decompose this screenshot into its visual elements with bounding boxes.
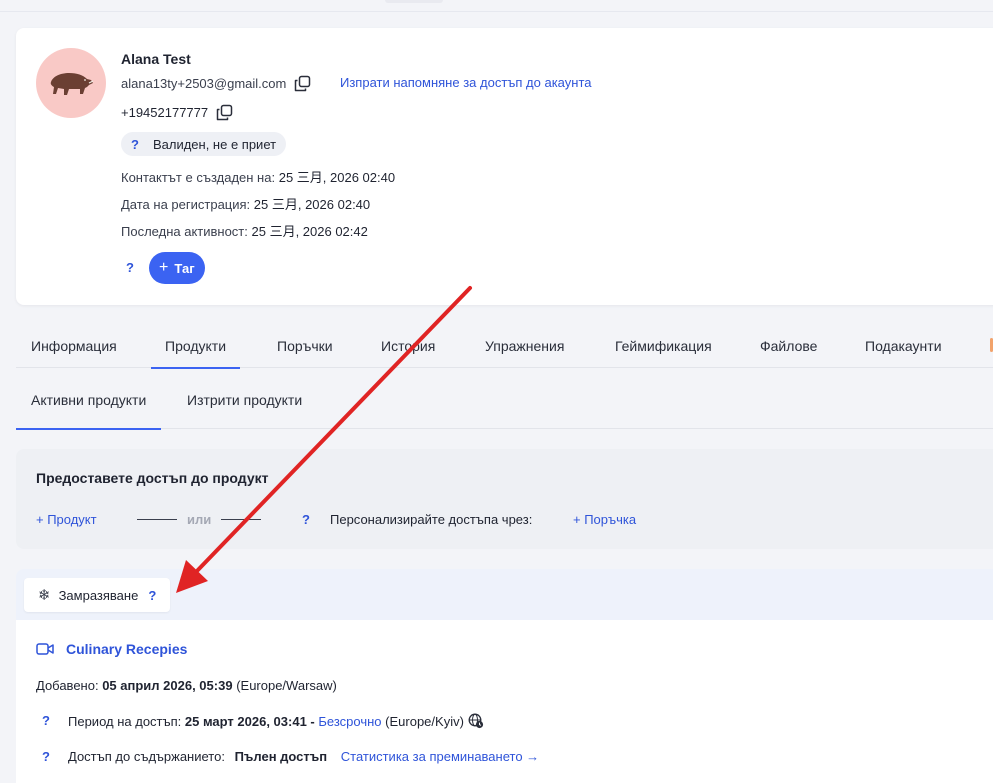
tab-products[interactable]: Продукти	[150, 338, 241, 369]
subtab-active-products[interactable]: Активни продукти	[15, 392, 162, 430]
add-tag-label: Таг	[174, 260, 195, 276]
last-active-value: 25 三月, 2026 02:42	[251, 224, 368, 239]
period-timezone: (Europe/Kyiv)	[385, 713, 464, 729]
added-value: 05 април 2026, 05:39	[102, 678, 233, 693]
tab-exercises[interactable]: Упражнения	[485, 338, 564, 354]
grant-access-panel: Предоставете достъп до продукт + Продукт…	[16, 449, 993, 549]
help-icon[interactable]: ?	[42, 749, 50, 764]
tab-files[interactable]: Файлове	[760, 338, 817, 354]
created-value: 25 三月, 2026 02:40	[278, 170, 396, 185]
added-label: Добавено:	[36, 678, 99, 693]
email-row: alana13ty+2503@gmail.com	[121, 75, 311, 92]
tab-history[interactable]: История	[381, 338, 435, 354]
phone-row: +19452177777	[121, 104, 233, 121]
product-header-bar: ❄ Замразяване ?	[16, 569, 993, 620]
period-end-link[interactable]: Безсрочно	[318, 714, 381, 729]
freeze-button[interactable]: ❄ Замразяване ?	[24, 578, 171, 612]
plus-icon: +	[159, 259, 169, 276]
registered-value: 25 三月, 2026 02:40	[253, 197, 371, 212]
product-link[interactable]: Culinary Recepies	[36, 641, 187, 657]
contact-name: Alana Test	[121, 51, 191, 67]
or-divider: или	[137, 512, 262, 527]
created-label: Контактът е създаден на:	[121, 170, 276, 185]
progress-stats-link[interactable]: Статистика за преминаването →	[341, 749, 539, 764]
help-icon[interactable]: ?	[148, 588, 156, 603]
copy-icon[interactable]	[216, 104, 233, 121]
tab-subaccounts[interactable]: Подакаунти	[865, 338, 942, 354]
access-label: Достъп до съдържанието:	[68, 749, 225, 764]
top-strip	[0, 0, 993, 12]
last-active-label: Последна активност:	[121, 224, 248, 239]
or-text: или	[187, 512, 212, 527]
snowflake-icon: ❄	[38, 587, 51, 604]
tab-gamification[interactable]: Геймификация	[615, 338, 712, 354]
content-access-row: Достъп до съдържанието: Пълен достъп Ста…	[68, 749, 539, 764]
contact-phone: +19452177777	[121, 105, 209, 120]
add-tag-button[interactable]: + Таг	[149, 252, 205, 284]
add-order-link[interactable]: + Поръчка	[573, 512, 636, 527]
video-icon	[36, 643, 54, 655]
last-active-row: Последна активност: 25 三月, 2026 02:42	[121, 221, 368, 240]
scroll-indicator	[385, 0, 443, 3]
contact-email: alana13ty+2503@gmail.com	[121, 76, 287, 91]
tag-help-icon[interactable]: ?	[126, 260, 134, 275]
boar-icon	[50, 73, 94, 95]
help-icon[interactable]: ?	[42, 713, 50, 728]
product-details: Culinary Recepies Добавено: 05 април 202…	[16, 620, 993, 783]
product-name: Culinary Recepies	[66, 641, 188, 657]
copy-icon[interactable]	[294, 75, 311, 92]
registered-label: Дата на регистрация:	[121, 197, 251, 212]
tab-orders[interactable]: Поръчки	[277, 338, 333, 354]
help-icon[interactable]: ?	[302, 512, 310, 527]
period-label: Период на достъп:	[68, 713, 182, 729]
tab-information[interactable]: Информация	[31, 338, 117, 354]
divider-line	[221, 519, 262, 520]
customize-access-label: Персонализирайте достъпа чрез:	[330, 512, 533, 527]
send-reminder-link[interactable]: Изпрати напомняне за достъп до акаунта	[340, 75, 591, 90]
created-row: Контактът е създаден на: 25 三月, 2026 02:…	[121, 167, 395, 186]
status-badge: ? Валиден, не е приет	[121, 132, 287, 156]
access-period-row: Период на достъп: 25 март 2026, 03:41 - …	[68, 713, 484, 729]
avatar	[36, 48, 106, 118]
grant-title: Предоставете достъп до продукт	[36, 470, 269, 486]
registered-row: Дата на регистрация: 25 三月, 2026 02:40	[121, 194, 370, 213]
added-timezone: (Europe/Warsaw)	[236, 678, 337, 693]
period-start: 25 март 2026, 03:41 -	[184, 713, 315, 729]
globe-clock-icon[interactable]	[468, 713, 484, 729]
divider-line	[137, 519, 177, 520]
help-icon[interactable]: ?	[131, 137, 139, 152]
product-subtabs: Активни продукти Изтрити продукти	[15, 372, 993, 430]
added-row: Добавено: 05 април 2026, 05:39 (Europe/W…	[36, 678, 337, 693]
freeze-label: Замразяване	[58, 587, 139, 603]
access-value: Пълен достъп	[234, 749, 328, 764]
add-product-link[interactable]: + Продукт	[36, 512, 97, 527]
main-tabs: Информация Продукти Поръчки История Упра…	[16, 328, 993, 369]
status-text: Валиден, не е приет	[152, 136, 277, 152]
contact-card: Alana Test alana13ty+2503@gmail.com Изпр…	[16, 28, 993, 305]
subtab-deleted-products[interactable]: Изтрити продукти	[187, 392, 302, 408]
